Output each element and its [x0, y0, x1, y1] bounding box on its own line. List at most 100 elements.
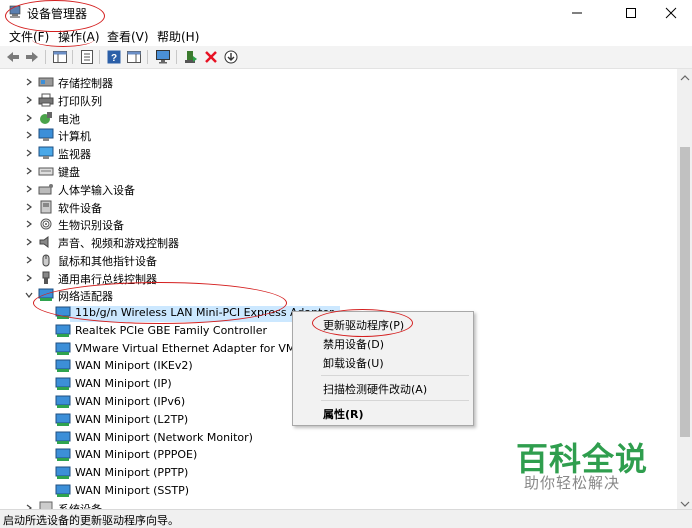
- tree-label: 声音、视频和游戏控制器: [58, 237, 179, 251]
- update-driver-icon: [185, 51, 197, 63]
- toolbar: ?: [0, 46, 692, 69]
- watermark-subtitle: 助你轻松解决: [524, 474, 621, 492]
- tree-label: 监视器: [58, 148, 91, 162]
- fingerprint-icon: [40, 218, 52, 230]
- network-adapter-label: WAN Miniport (Network Monitor): [75, 430, 253, 444]
- scroll-up-arrow-icon[interactable]: [680, 71, 690, 85]
- annotation-ellipse-menu: [32, 32, 94, 47]
- properties-toolbar-button[interactable]: [79, 49, 95, 65]
- chevron-right-icon[interactable]: [24, 198, 34, 216]
- menu-separator: [321, 400, 469, 401]
- enable-device-button[interactable]: [223, 49, 239, 65]
- menu-separator: [321, 375, 469, 376]
- status-text: 启动所选设备的更新驱动程序向导。: [3, 514, 179, 527]
- menu-help[interactable]: 帮助(H): [157, 28, 199, 45]
- network-adapter-icon: [55, 359, 71, 373]
- tree-node-category[interactable]: 打印队列: [0, 91, 677, 109]
- show-hide-console-tree-button[interactable]: [52, 49, 68, 65]
- tree-label: 键盘: [58, 166, 80, 179]
- chevron-right-icon[interactable]: [24, 180, 34, 198]
- minimize-icon: [572, 12, 582, 14]
- tree-node-category[interactable]: 存储控制器: [0, 73, 677, 91]
- speaker-icon: [39, 236, 49, 249]
- menu-item-disable-device[interactable]: 禁用设备(D): [323, 336, 384, 352]
- battery-icon: [40, 111, 52, 124]
- network-adapter-icon: [55, 448, 71, 462]
- chevron-right-icon[interactable]: [24, 499, 34, 509]
- chevron-right-icon[interactable]: [24, 91, 34, 109]
- uninstall-button[interactable]: [203, 49, 219, 65]
- tree-node-system-devices[interactable]: 系统设备: [0, 499, 677, 509]
- annotation-ellipse-update: [312, 309, 413, 337]
- update-driver-button[interactable]: [183, 49, 199, 65]
- tree-label: 电池: [58, 112, 80, 126]
- tree-label: 打印队列: [58, 94, 102, 108]
- tree-label-system-devices: 系统设备: [58, 501, 102, 509]
- scan-hardware-button[interactable]: [155, 49, 171, 65]
- network-adapter-label: WAN Miniport (IP): [75, 377, 172, 391]
- properties-sheet-icon: [81, 50, 93, 64]
- menu-item-properties[interactable]: 属性(R): [323, 406, 364, 422]
- chevron-right-icon[interactable]: [24, 126, 34, 144]
- network-adapter-label: Realtek PCIe GBE Family Controller: [75, 323, 268, 337]
- tree-node-category[interactable]: 声音、视频和游戏控制器: [0, 233, 677, 251]
- network-adapter-label: WAN Miniport (PPPOE): [75, 448, 198, 462]
- help-toolbar-button[interactable]: ?: [106, 49, 122, 65]
- forward-button[interactable]: [24, 49, 40, 65]
- maximize-icon: [626, 8, 636, 18]
- menu-item-scan-hardware[interactable]: 扫描检测硬件改动(A): [323, 381, 427, 397]
- minimize-button[interactable]: [554, 0, 600, 26]
- network-adapter-label: WAN Miniport (IKEv2): [75, 359, 193, 373]
- network-adapter-icon: [55, 395, 71, 408]
- chevron-right-icon[interactable]: [24, 269, 34, 287]
- network-adapter-label: VMware Virtual Ethernet Adapter for VMne…: [75, 341, 314, 355]
- usb-icon: [42, 271, 50, 284]
- tree-label: 人体学输入设备: [58, 183, 135, 197]
- software-device-icon: [40, 200, 52, 214]
- down-arrow-circle-icon: [224, 50, 238, 64]
- chevron-right-icon[interactable]: [24, 215, 34, 233]
- chevron-right-icon[interactable]: [24, 144, 34, 162]
- tree-label: 鼠标和其他指针设备: [58, 255, 157, 268]
- status-bar: 启动所选设备的更新驱动程序向导。: [0, 509, 692, 528]
- close-icon: [665, 7, 677, 19]
- view-toggle-button[interactable]: [126, 49, 142, 65]
- tree-label: 生物识别设备: [58, 219, 124, 233]
- monitor-scan-icon: [156, 50, 170, 64]
- chevron-right-icon[interactable]: [24, 233, 34, 251]
- chevron-right-icon[interactable]: [24, 162, 34, 180]
- printer-icon: [38, 93, 54, 107]
- network-adapter-label: WAN Miniport (IPv6): [75, 395, 186, 408]
- annotation-ellipse-title: [5, 0, 105, 32]
- system-devices-icon: [39, 501, 53, 509]
- back-button[interactable]: [5, 49, 21, 65]
- vertical-scrollbar[interactable]: [677, 69, 692, 509]
- tree-node-category[interactable]: 鼠标和其他指针设备: [0, 251, 677, 269]
- tree-node-category[interactable]: 电池: [0, 109, 677, 127]
- delete-x-icon: [205, 51, 217, 63]
- network-adapter-label: WAN Miniport (SSTP): [75, 484, 190, 497]
- tree-node-category[interactable]: 生物识别设备: [0, 215, 677, 233]
- network-adapter-icon: [55, 431, 71, 444]
- monitor-icon: [38, 146, 54, 160]
- tree-node-category[interactable]: 计算机: [0, 126, 677, 144]
- network-adapter-icon: [55, 342, 71, 355]
- back-arrow-icon: [7, 52, 19, 62]
- chevron-right-icon[interactable]: [24, 109, 34, 127]
- close-button[interactable]: [648, 0, 692, 26]
- computer-icon: [38, 128, 54, 142]
- menu-view[interactable]: 查看(V): [107, 28, 149, 45]
- chevron-right-icon[interactable]: [24, 251, 34, 269]
- scroll-thumb[interactable]: [680, 147, 690, 437]
- tree-node-category[interactable]: 键盘: [0, 162, 677, 180]
- tree-node-category[interactable]: 人体学输入设备: [0, 180, 677, 198]
- storage-icon: [38, 77, 54, 87]
- tree-node-category[interactable]: 软件设备: [0, 198, 677, 216]
- network-adapter-label: WAN Miniport (L2TP): [75, 412, 189, 426]
- network-adapter-icon: [55, 324, 71, 337]
- chevron-right-icon[interactable]: [24, 73, 34, 91]
- menu-bar: 文件(F) 操作(A) 查看(V) 帮助(H): [0, 26, 692, 46]
- hid-icon: [38, 183, 53, 195]
- menu-item-uninstall-device[interactable]: 卸载设备(U): [323, 355, 384, 371]
- tree-node-category[interactable]: 监视器: [0, 144, 677, 162]
